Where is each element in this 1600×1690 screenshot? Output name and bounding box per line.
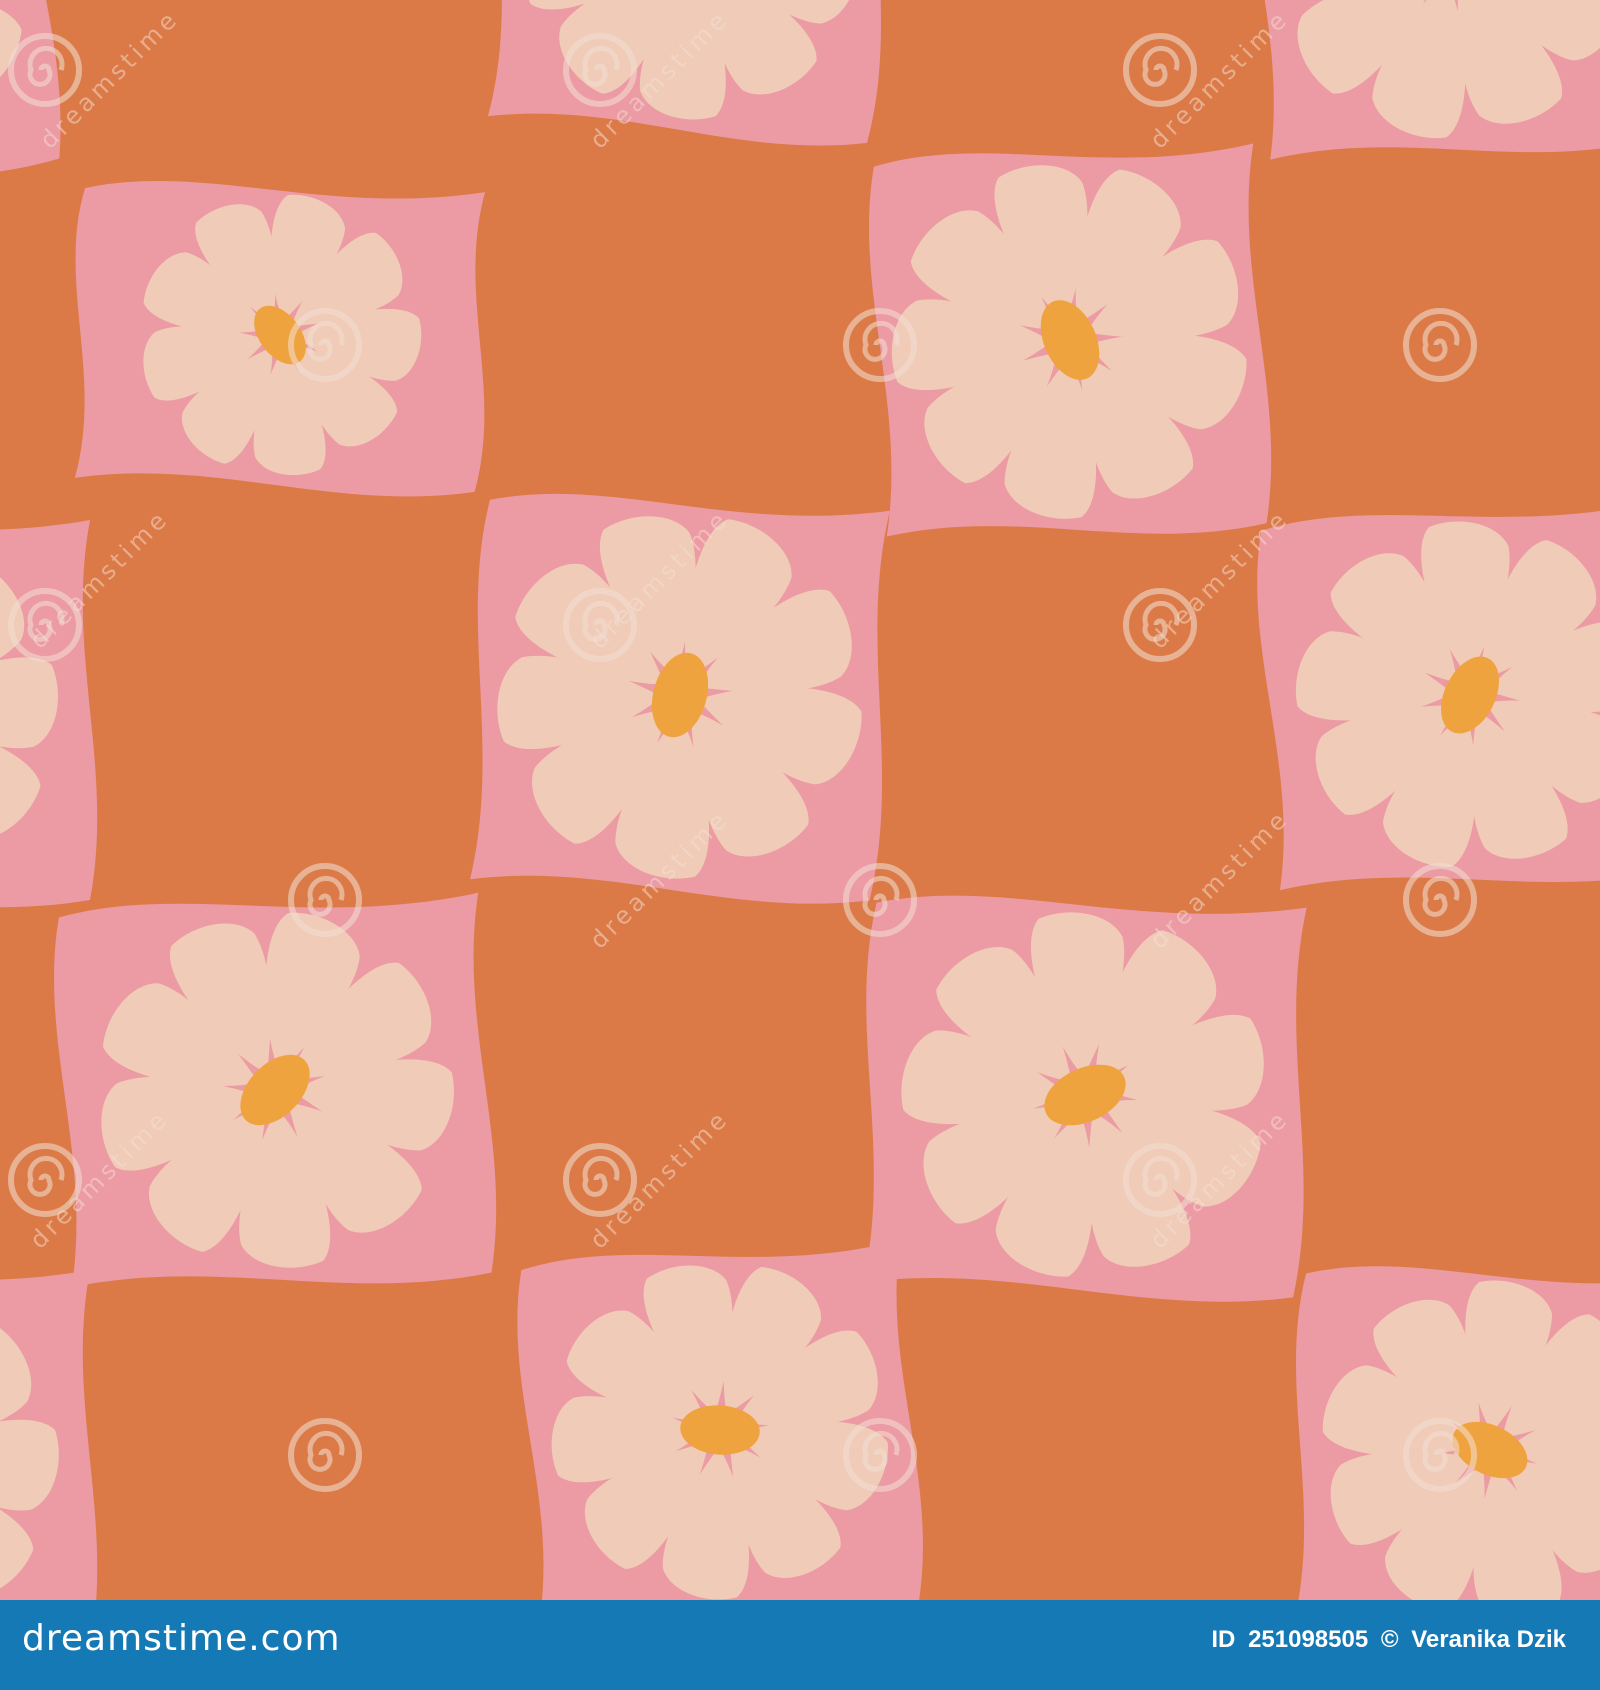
checkered-flower-pattern: dreamstime dreamstime dreamstime dreamstime…	[0, 0, 1600, 1600]
brand-wordmark[interactable]: dreamstime.com	[22, 1618, 341, 1659]
image-credit: ID 251098505 © Veranika Dzik	[1211, 1626, 1572, 1654]
id-value: 251098505	[1248, 1626, 1369, 1653]
copyright-symbol: ©	[1380, 1626, 1399, 1653]
author-name[interactable]: Veranika Dzik	[1411, 1626, 1566, 1653]
id-label: ID	[1211, 1626, 1236, 1653]
flower-tile	[517, 1240, 923, 1600]
stock-footer-bar: dreamstime.com ID 251098505 © Veranika D…	[0, 1600, 1600, 1690]
flower-tile	[0, 512, 98, 911]
flower-tile	[0, 1245, 98, 1600]
